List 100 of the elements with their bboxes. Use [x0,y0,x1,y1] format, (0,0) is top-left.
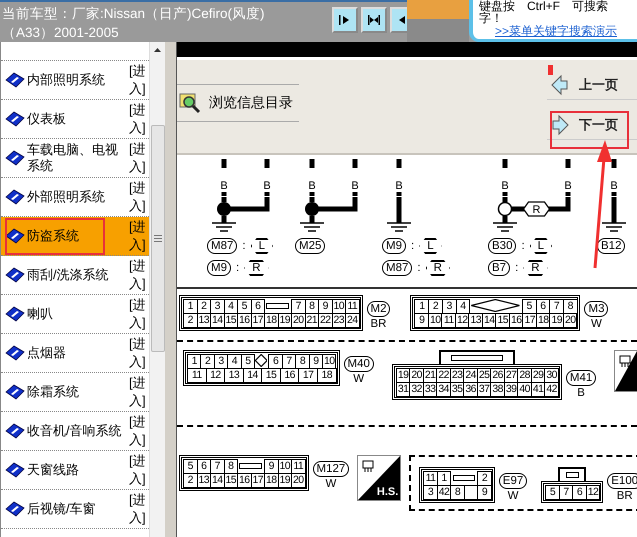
wire-color-label: B [564,180,572,192]
menu-item-label: 天窗线路 [27,462,80,478]
enter-link[interactable]: [进入] [129,491,145,527]
pin-cell: 12 [206,368,226,383]
side-tag: R [244,260,268,276]
enter-link[interactable]: [进入] [129,335,145,371]
pin-cell: 8 [224,459,238,474]
pin-cell: 2 [183,313,198,328]
arrow-left-icon [397,14,407,26]
scrollbar-thumb[interactable] [151,125,165,352]
enter-link[interactable]: [进入] [129,413,145,449]
pin-cell: 13 [224,368,244,383]
connector-tag: M9 [382,238,406,254]
pin-cell: 23 [332,313,346,328]
book-icon [5,189,25,205]
wire-color-label: B [395,180,403,192]
pin-cell: 14 [210,473,224,488]
pin-cell: 37 [476,382,492,397]
enter-link[interactable]: [进入] [129,101,145,137]
pin-cell: 15 [261,368,281,383]
pin-cell: 11 [291,459,306,474]
pin-cell: 5 [545,485,560,500]
menu-item-label: 仪表板 [27,111,67,127]
pin-cell: 17 [250,473,265,488]
menu-item-label: 点烟器 [27,345,67,361]
pin-cell: 34 [436,382,451,397]
enter-link[interactable]: [进入] [129,218,145,254]
pin-cell: 19 [396,368,410,383]
connector-tag: M127 [312,461,350,477]
pin-cell: 16 [237,473,252,488]
book-icon [5,384,25,400]
pin-cell: 31 [396,382,410,397]
pin-cell: 42 [436,485,452,500]
scrollbar[interactable] [149,42,165,537]
pin-cell: 5 [240,354,256,369]
menu-item-label: 雨刮/洗涤系统 [27,267,110,283]
pin-cell: 18 [264,313,278,328]
enter-link[interactable]: [进入] [129,374,145,410]
splitter-bar[interactable] [165,42,177,537]
connector-key-slot [451,355,503,361]
separator-text: : [514,262,520,274]
pin-cell: 12 [586,485,600,500]
separator-text: : [416,262,422,274]
pin-cell: 20 [562,313,578,328]
connector-tag: M87 [207,238,238,254]
pin-cell: 16 [237,313,252,328]
pin-cell: 15 [224,313,238,328]
side-tag: R [426,260,450,276]
tip-text: 键盘按 Ctrl+F 可搜索 [479,0,609,12]
connector-tag: B30 [488,238,516,254]
enter-link[interactable]: [进入] [129,257,145,293]
wire-color-label: B [610,180,618,192]
pin-cell: 5 [183,459,198,474]
browse-button[interactable]: 浏览信息目录 [177,84,299,122]
pin-cell: 5 [522,299,537,314]
next-page-button[interactable]: 下一页 [547,110,637,140]
enter-link[interactable]: [进入] [129,179,145,215]
pin-cell: 30 [544,368,559,383]
pin-cell: 42 [544,382,559,397]
separator-text: : [234,262,240,274]
enter-link[interactable]: [进入] [129,452,145,488]
enter-link[interactable]: [进入] [129,62,145,98]
pin-cell: 10 [322,354,336,369]
pin-cell: 38 [490,382,505,397]
grip-icon [154,235,162,242]
enter-link[interactable]: [进入] [129,296,145,332]
connector-tag: E97 [498,473,528,489]
pin-cell: 11 [345,299,360,314]
connector-tag: B12 [597,238,626,254]
pin-cell: 33 [422,382,438,397]
connector-color-code: W [353,372,364,386]
book-icon [5,267,25,283]
pin-cell: 36 [463,382,478,397]
connector-tag: M2 [366,301,390,317]
side-tag: L [250,238,273,254]
menu-item[interactable]: 防盗系统 [进入] [1,217,149,256]
book-icon [5,462,25,478]
connector-color-code: B [577,386,585,400]
enter-link[interactable]: [进入] [129,140,145,176]
connector-color-code: BR [370,317,386,331]
connector-tag: M3 [584,301,608,317]
pin-cell: 1 [436,471,452,486]
side-tag: L [419,238,442,254]
pin-cell: 4 [456,299,470,314]
book-icon [5,228,25,244]
pin-cell: 7 [558,485,574,500]
toolbar-button[interactable] [332,7,358,33]
right-arrow-icon [551,114,569,136]
wire-color-label: B [220,180,228,192]
book-icon [5,150,25,166]
demo-link[interactable]: >>菜单关键字搜索演示 [495,25,618,37]
pin-cell: 10 [428,313,442,328]
menu-item-label: 车载电脑、电视系统 [27,142,119,174]
pin-cell: 9 [477,485,492,500]
menu-item-label: 外部照明系统 [27,189,106,205]
toolbar-button[interactable] [361,7,387,33]
book-icon [5,423,25,439]
tip-text: 字！ [479,12,503,24]
wire-color-label: B [308,180,316,192]
book-icon [5,306,25,322]
